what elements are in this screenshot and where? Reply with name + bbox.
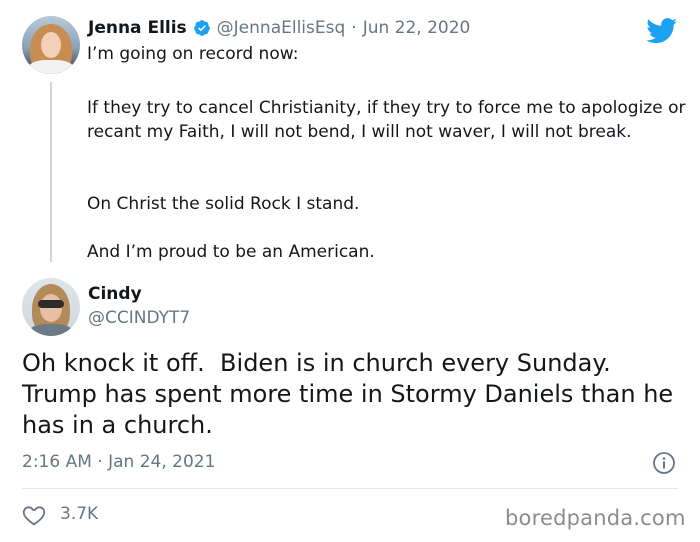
avatar-shirt [30,324,72,336]
author-handle[interactable]: @JennaEllisEsq [217,18,346,38]
heart-icon[interactable] [22,504,46,526]
reply-tweet-text: Oh knock it off. Biden is in church ever… [22,349,681,439]
original-tweet-paragraph-2: If they try to cancel Christianity, if t… [87,98,686,142]
like-count[interactable]: 3.7K [60,504,98,524]
separator-dot: · [351,18,357,38]
avatar-sunglasses [38,300,64,308]
avatar-face [41,32,61,58]
original-tweet-paragraph-3: On Christ the solid Rock I stand. [87,194,360,214]
author-name[interactable]: Jenna Ellis [88,18,187,38]
original-tweet-line-1: I’m going on record now: [87,44,299,64]
info-icon[interactable] [652,451,676,475]
reply-timestamp[interactable]: 2:16 AM · Jan 24, 2021 [22,452,215,472]
verified-badge-icon [193,19,211,37]
avatar-shirt [28,60,74,74]
twitter-bird-icon[interactable] [646,18,678,44]
original-tweet-paragraph-4: And I’m proud to be an American. [87,242,375,262]
avatar-face [40,294,62,322]
watermark: boredpanda.com [505,506,686,530]
reply-author-handle[interactable]: @CCINDYT7 [88,308,190,328]
tweet-date[interactable]: Jun 22, 2020 [363,18,471,38]
thread-line [50,82,52,262]
avatar-cindy[interactable] [22,278,80,336]
avatar-jenna-ellis[interactable] [22,16,80,74]
original-tweet-header: Jenna Ellis @JennaEllisEsq · Jun 22, 202… [88,18,470,38]
reply-author-name[interactable]: Cindy [88,284,142,304]
divider [22,488,678,489]
